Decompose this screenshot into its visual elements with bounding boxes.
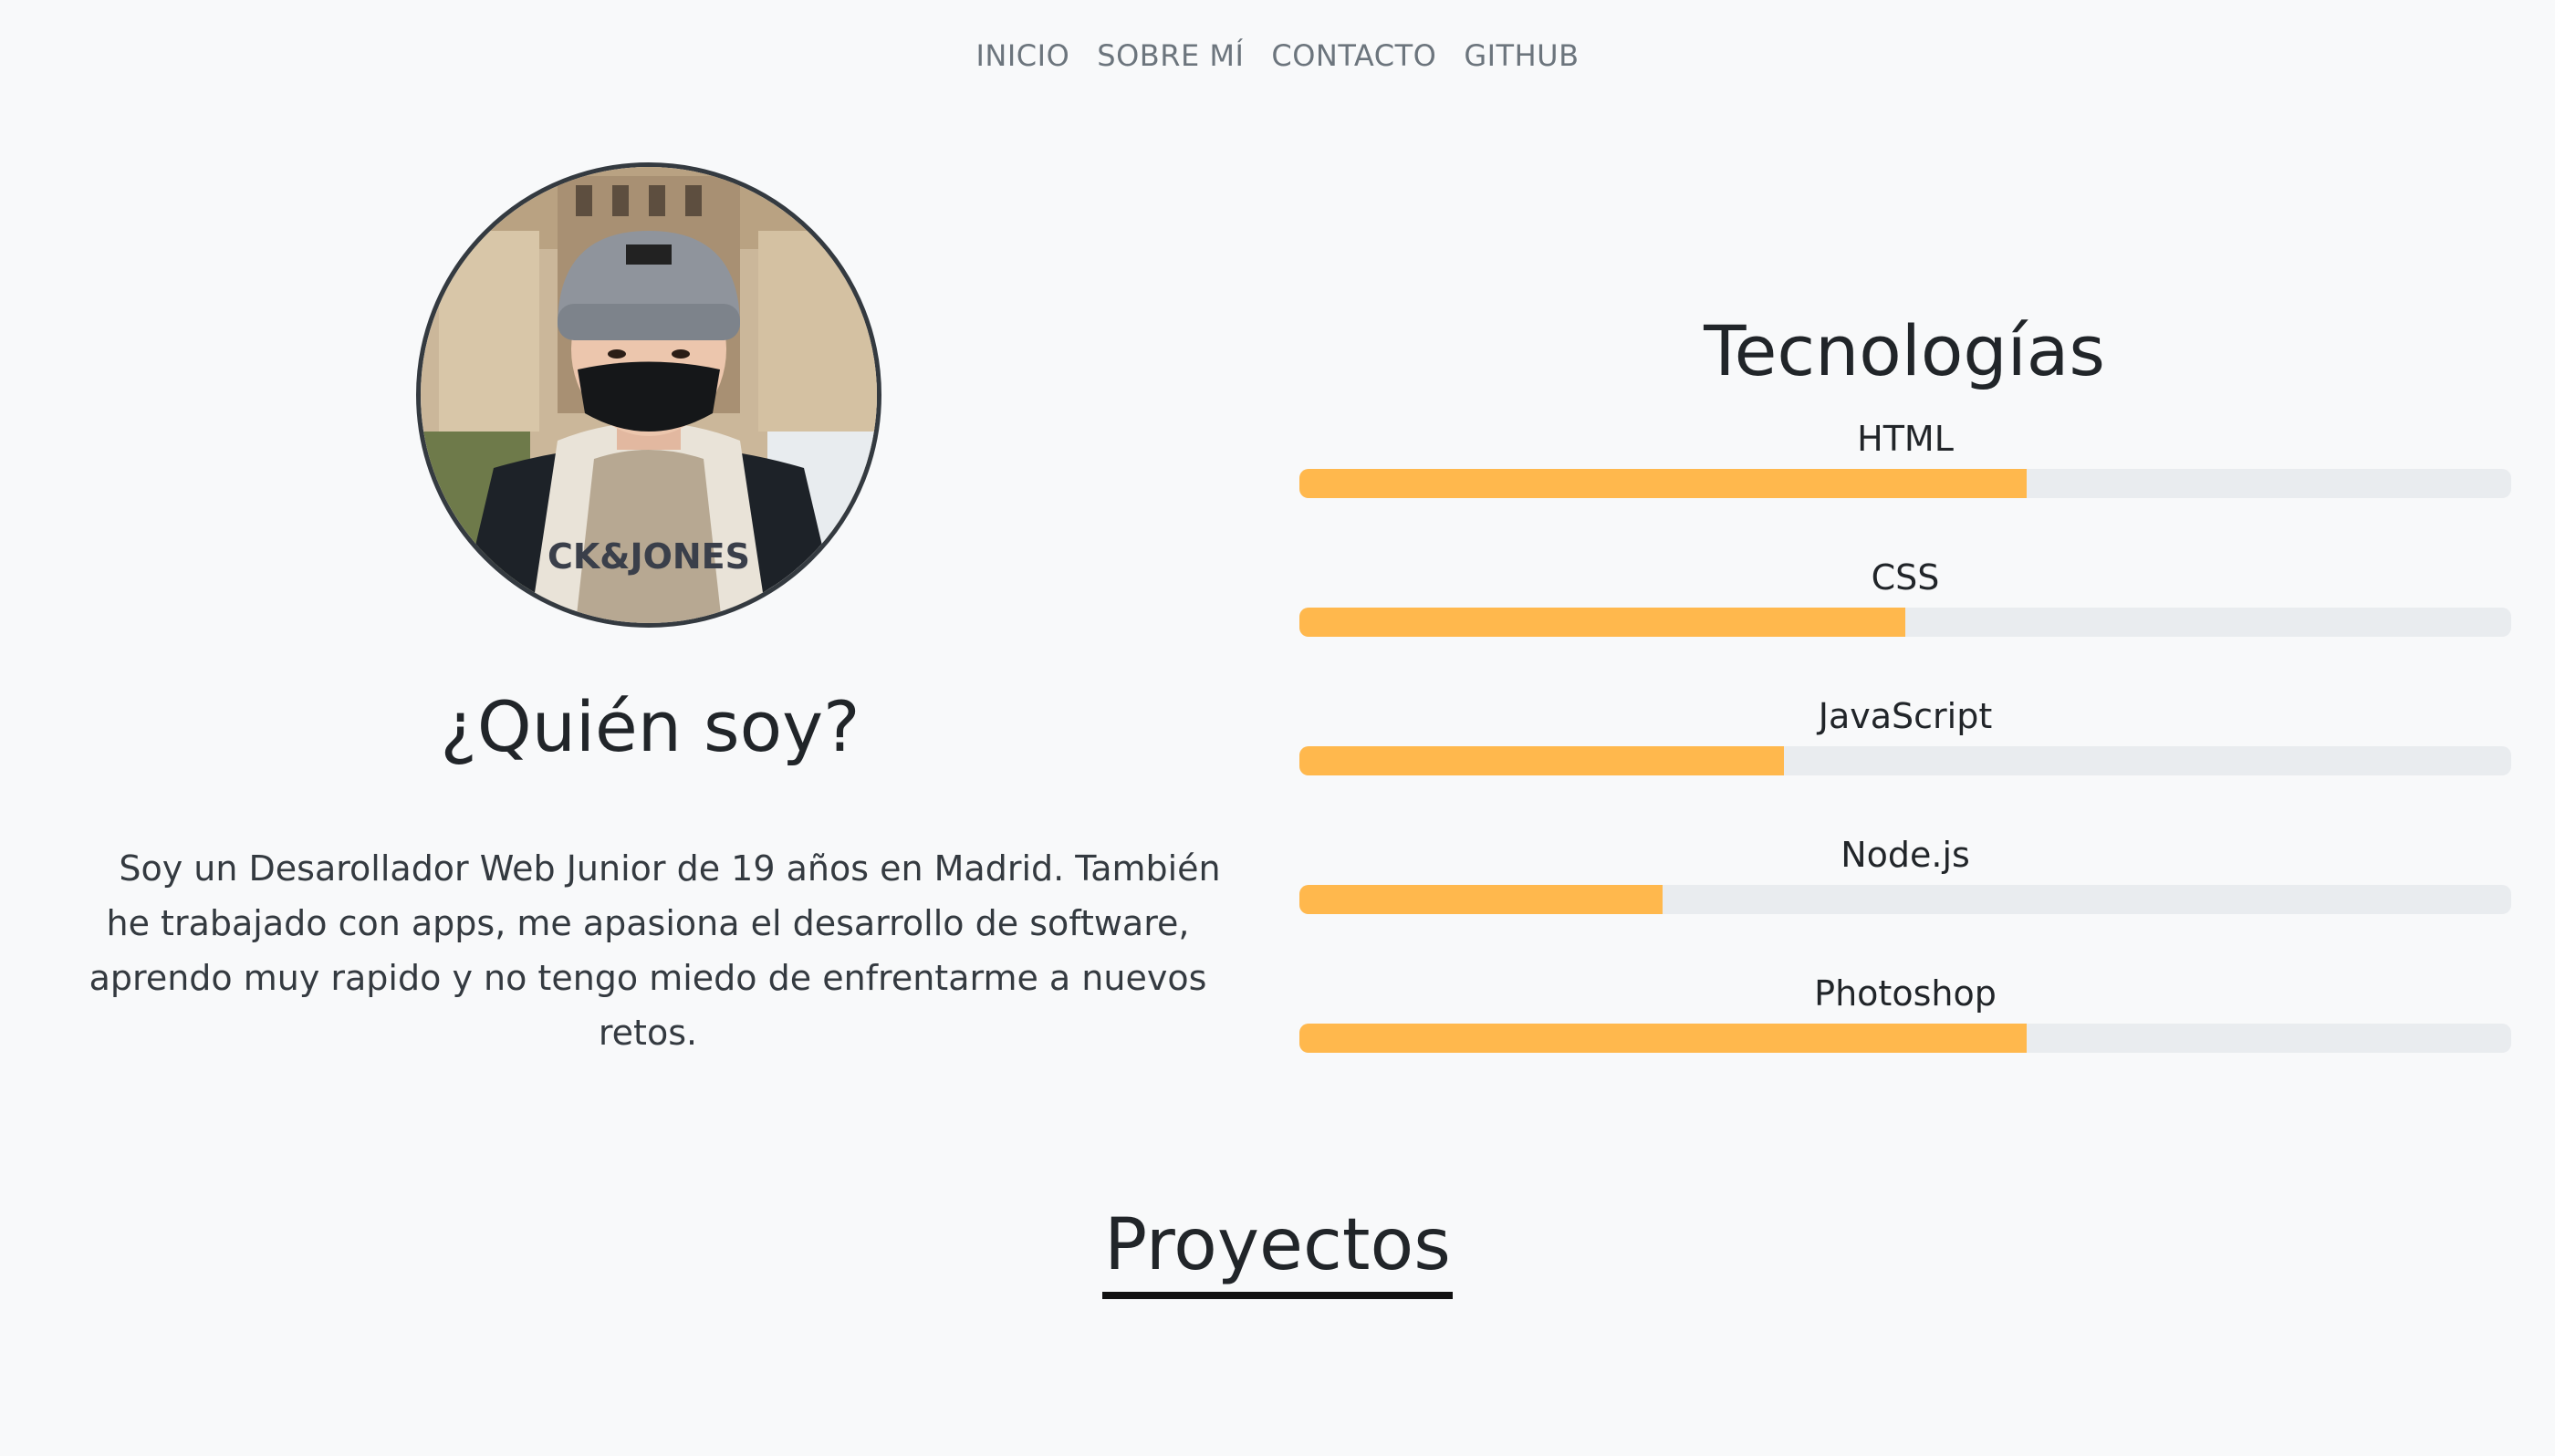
skill-progress-bar (1299, 746, 2511, 775)
skill-node-js: Node.js (1299, 832, 2511, 971)
skill-css: CSS (1299, 555, 2511, 693)
skill-name: JavaScript (1818, 696, 1993, 736)
svg-text:CK&JONES: CK&JONES (548, 536, 750, 577)
avatar: CK&JONES (416, 162, 881, 628)
skill-progress-bar (1299, 469, 2511, 498)
nav-link-contacto[interactable]: CONTACTO (1271, 38, 1436, 73)
skill-progress-fill (1299, 1024, 2027, 1053)
skill-progress-bar (1299, 1024, 2511, 1053)
skill-progress-fill (1299, 469, 2027, 498)
skill-name: CSS (1871, 557, 1940, 598)
skill-name: Photoshop (1814, 973, 1997, 1014)
skills-list: HTML CSS JavaScript Node.js Photoshop (1299, 416, 2511, 1109)
page: INICIO SOBRE MÍ CONTACTO GITHUB CK&JONES… (0, 0, 2555, 1456)
skill-html: HTML (1299, 416, 2511, 555)
skill-name: HTML (1857, 419, 1954, 459)
skill-photoshop: Photoshop (1299, 971, 2511, 1109)
skill-name: Node.js (1841, 835, 1970, 875)
skill-progress-fill (1299, 746, 1785, 775)
about-bio: Soy un Desarollador Web Junior de 19 año… (89, 848, 1221, 1053)
nav-link-github[interactable]: GITHUB (1464, 38, 1579, 73)
projects-title-text: Proyectos (1102, 1202, 1453, 1299)
profile-photo-icon: CK&JONES (421, 167, 877, 623)
skill-javascript: JavaScript (1299, 693, 2511, 832)
skill-progress-fill (1299, 608, 1905, 637)
projects-title: Proyectos (0, 1202, 2555, 1299)
about-title: ¿Quién soy? (440, 686, 860, 767)
skill-progress-fill (1299, 885, 1663, 914)
skill-progress-bar (1299, 885, 2511, 914)
skill-progress-bar (1299, 608, 2511, 637)
tech-title: Tecnologías (1704, 310, 2105, 391)
